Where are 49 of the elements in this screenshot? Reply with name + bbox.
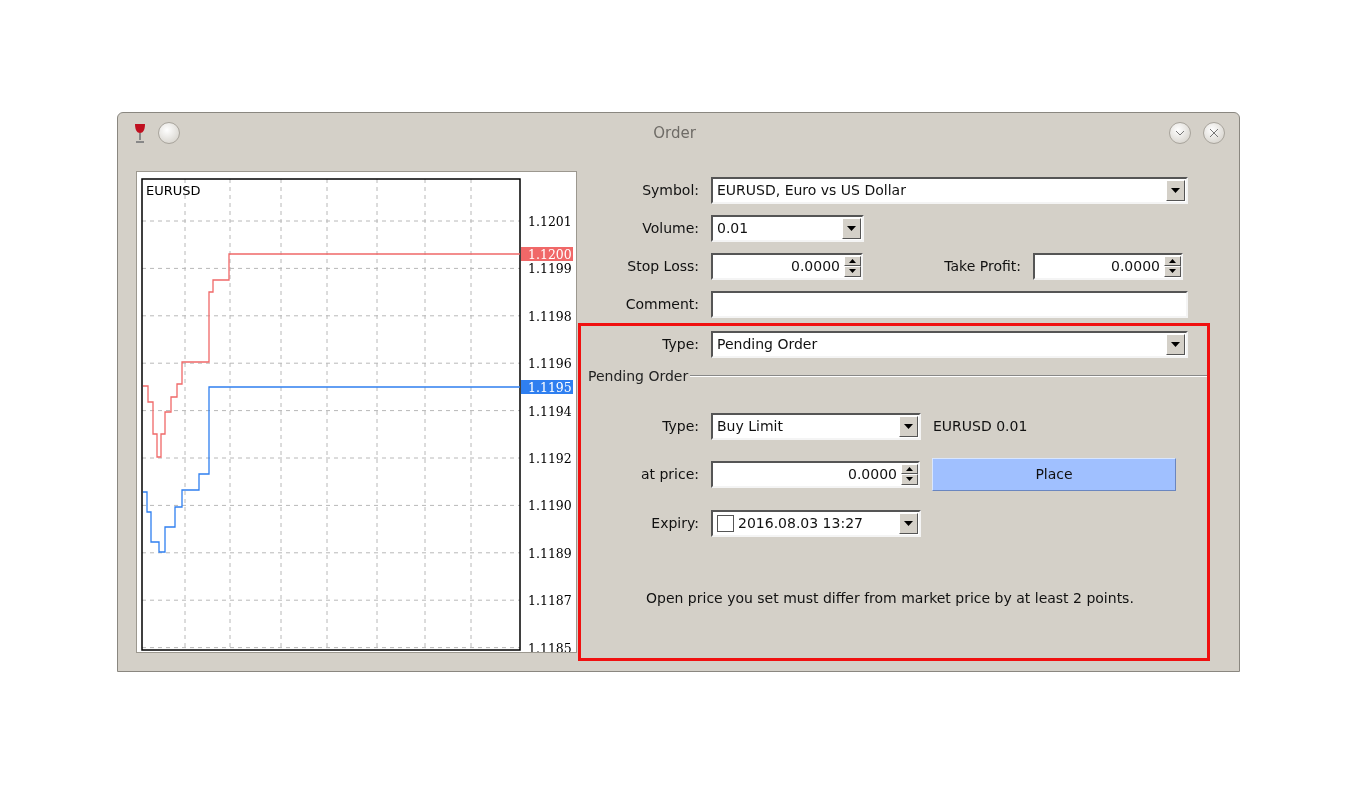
group-title: Pending Order <box>587 368 690 384</box>
chart-symbol: EURUSD <box>146 183 201 198</box>
close-button[interactable] <box>1203 122 1225 144</box>
field-label: Volume: <box>641 220 700 236</box>
comment-field[interactable] <box>711 290 1188 318</box>
dropdown-arrow-icon <box>1171 187 1180 193</box>
order-type-dropdown[interactable]: Pending Order <box>711 330 1188 358</box>
price-scale-label: 1.1196 <box>528 356 572 372</box>
ask-price-tag: 1.1200 <box>521 247 573 262</box>
field-label: at price: <box>639 466 700 482</box>
price-scale-label: 1.1199 <box>528 261 572 277</box>
dropdown-arrow-icon <box>904 423 913 429</box>
price-scale-label: 1.1185 <box>528 640 572 652</box>
price-scale-label: 1.1201 <box>528 214 572 229</box>
expiry-checkbox[interactable] <box>717 514 734 532</box>
order-summary: EURUSD 0.01 <box>933 418 1028 434</box>
place-button[interactable]: Place <box>932 457 1176 491</box>
price-scale-label: 1.1198 <box>528 308 572 324</box>
field-label: Expiry: <box>650 515 700 531</box>
stop-loss-field[interactable]: 0.0000 <box>711 252 863 280</box>
price-field[interactable]: 0.0000 <box>711 460 920 488</box>
bid-price-tag: 1.1195 <box>521 380 573 395</box>
field-label: Type: <box>661 336 700 352</box>
price-scale-label: 1.1189 <box>528 545 572 561</box>
field-label: Comment: <box>624 296 700 312</box>
price-note: Open price you set must differ from market price by at least 2 points. <box>646 590 1135 606</box>
close-icon <box>1210 129 1218 137</box>
price-scale-label: 1.1192 <box>528 451 572 466</box>
expiry-field[interactable]: 2016.08.03 13:27 <box>711 509 921 537</box>
price-scale-label: 1.1194 <box>528 403 572 419</box>
field-label: Take Profit: <box>943 258 1022 274</box>
field-label: Stop Loss: <box>626 258 700 274</box>
field-label: Type: <box>661 418 700 434</box>
volume-dropdown[interactable]: 0.01 <box>711 214 864 242</box>
price-scale-label: 1.1190 <box>528 498 572 514</box>
dropdown-arrow-icon <box>1171 341 1180 347</box>
spin-buttons[interactable] <box>1164 255 1181 277</box>
dropdown-arrow-icon <box>904 520 913 526</box>
chevron-down-icon <box>1176 130 1184 136</box>
price-scale-label: 1.1187 <box>528 593 572 609</box>
window-title: Order <box>652 124 697 142</box>
spin-buttons[interactable] <box>844 255 861 277</box>
take-profit-field[interactable]: 0.0000 <box>1033 252 1183 280</box>
spin-buttons[interactable] <box>901 463 918 485</box>
dropdown-arrow-icon <box>847 225 856 231</box>
field-label: Symbol: <box>641 182 700 198</box>
wine-glass-icon <box>134 123 146 143</box>
pending-type-dropdown[interactable]: Buy Limit <box>711 412 921 440</box>
symbol-dropdown[interactable]: EURUSD, Euro vs US Dollar <box>711 176 1188 204</box>
